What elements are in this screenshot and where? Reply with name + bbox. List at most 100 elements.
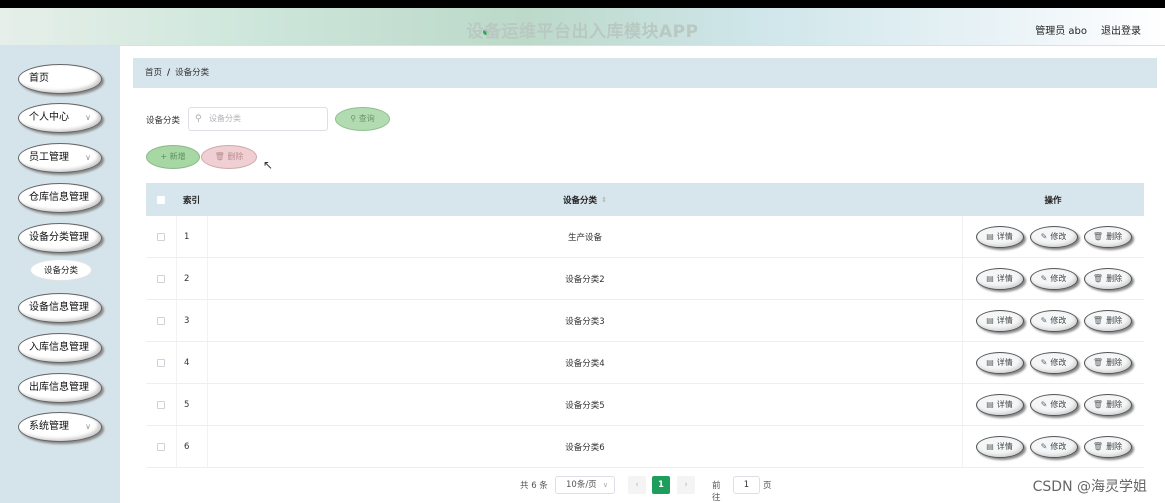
goto-label: 前往 bbox=[712, 481, 721, 503]
detail-button[interactable]: ▤ 详情 bbox=[975, 393, 1024, 416]
prev-page-button[interactable]: ‹ bbox=[628, 476, 646, 494]
trash-icon: 🗑 bbox=[1092, 274, 1104, 283]
column-header-name[interactable]: 设备分类 ⇕ bbox=[208, 183, 962, 216]
column-header-ops: 操作 bbox=[1044, 195, 1062, 206]
add-button[interactable]: + 新增 bbox=[146, 145, 200, 169]
sidebar-item-staff[interactable]: 员工管理 ∨ bbox=[18, 143, 102, 173]
sidebar-item-system[interactable]: 系统管理 ∨ bbox=[18, 412, 102, 442]
sidebar-item-label: 入库信息管理 bbox=[29, 342, 89, 353]
sidebar-item-label: 设备分类管理 bbox=[29, 232, 89, 243]
edit-button[interactable]: ✎ 修改 bbox=[1029, 267, 1078, 290]
breadcrumb-current: 设备分类 bbox=[175, 68, 210, 78]
sidebar-item-label: 员工管理 bbox=[29, 152, 69, 163]
sidebar-item-device-category[interactable]: 设备分类管理 bbox=[18, 223, 102, 253]
sidebar-item-personal-center[interactable]: 个人中心 ∨ bbox=[18, 103, 102, 133]
trash-icon: 🗑 bbox=[1092, 316, 1104, 325]
row-checkbox[interactable] bbox=[157, 358, 165, 367]
chevron-down-icon: ∨ bbox=[85, 422, 91, 431]
search-icon: ⚲ bbox=[195, 114, 202, 124]
edit-icon: ✎ bbox=[1040, 442, 1048, 451]
row-checkbox[interactable] bbox=[157, 274, 165, 283]
batch-delete-button[interactable]: 🗑 删除 bbox=[201, 145, 257, 169]
sidebar-item-device-info[interactable]: 设备信息管理 bbox=[18, 293, 102, 323]
row-actions: ▤ 详情 ✎ 修改 🗑 删除 bbox=[962, 258, 1144, 299]
row-index: 3 bbox=[176, 300, 208, 341]
row-index: 1 bbox=[176, 216, 208, 257]
row-category-name: 生产设备 bbox=[567, 232, 602, 243]
sidebar-item-label: 系统管理 bbox=[29, 421, 69, 432]
current-user: 管理员 abo bbox=[1035, 26, 1087, 37]
edit-label: 修改 bbox=[1050, 316, 1067, 325]
row-select-cell bbox=[146, 300, 176, 341]
row-category-name: 设备分类6 bbox=[565, 442, 605, 453]
trash-icon: 🗑 bbox=[214, 152, 228, 161]
delete-button[interactable]: 🗑 删除 bbox=[1083, 393, 1132, 416]
batch-delete-label: 删除 bbox=[227, 152, 244, 161]
delete-button[interactable]: 🗑 删除 bbox=[1083, 267, 1132, 290]
sidebar-item-inbound[interactable]: 入库信息管理 bbox=[18, 333, 102, 363]
detail-button[interactable]: ▤ 详情 bbox=[975, 351, 1024, 374]
row-index: 4 bbox=[176, 342, 208, 383]
detail-button[interactable]: ▤ 详情 bbox=[975, 225, 1024, 248]
delete-label: 删除 bbox=[1106, 442, 1123, 451]
row-checkbox[interactable] bbox=[157, 232, 165, 241]
delete-button[interactable]: 🗑 删除 bbox=[1083, 351, 1132, 374]
next-page-button[interactable]: › bbox=[677, 476, 695, 494]
sidebar: 首页 个人中心 ∨ 员工管理 ∨ 仓库信息管理 设备分类管理 设备分类 设备信息管理… bbox=[0, 46, 120, 503]
breadcrumb-home[interactable]: 首页 bbox=[145, 68, 162, 78]
search-placeholder: 设备分类 bbox=[209, 114, 241, 123]
chevron-down-icon: ∨ bbox=[85, 153, 91, 162]
query-button[interactable]: ⚲ 查询 bbox=[335, 107, 390, 131]
table-row: 3 设备分类3 ▤ 详情 ✎ 修改 🗑 删除 bbox=[146, 300, 1144, 342]
row-index: 2 bbox=[176, 258, 208, 299]
goto-unit: 页 bbox=[763, 481, 772, 491]
sidebar-subitem-device-category[interactable]: 设备分类 bbox=[30, 259, 92, 281]
delete-button[interactable]: 🗑 删除 bbox=[1083, 435, 1132, 458]
edit-icon: ✎ bbox=[1040, 316, 1048, 325]
column-header-index: 索引 bbox=[183, 195, 201, 206]
row-actions: ▤ 详情 ✎ 修改 🗑 删除 bbox=[962, 384, 1144, 425]
sidebar-item-label: 仓库信息管理 bbox=[29, 192, 89, 203]
edit-button[interactable]: ✎ 修改 bbox=[1029, 225, 1078, 248]
app-title: 设备运维平台出入库模块APP bbox=[466, 22, 699, 42]
trash-icon: 🗑 bbox=[1092, 358, 1104, 367]
goto-page-input[interactable]: 1 bbox=[733, 476, 760, 494]
edit-button[interactable]: ✎ 修改 bbox=[1029, 351, 1078, 374]
sidebar-item-label: 个人中心 bbox=[29, 112, 69, 123]
delete-button[interactable]: 🗑 删除 bbox=[1083, 309, 1132, 332]
table-row: 5 设备分类5 ▤ 详情 ✎ 修改 🗑 删除 bbox=[146, 384, 1144, 426]
table-row: 2 设备分类2 ▤ 详情 ✎ 修改 🗑 删除 bbox=[146, 258, 1144, 300]
edit-button[interactable]: ✎ 修改 bbox=[1029, 309, 1078, 332]
sidebar-item-outbound[interactable]: 出库信息管理 bbox=[18, 373, 102, 403]
delete-label: 删除 bbox=[1106, 274, 1123, 283]
delete-button[interactable]: 🗑 删除 bbox=[1083, 225, 1132, 248]
watermark: CSDN @海灵学姐 bbox=[1032, 479, 1147, 495]
row-checkbox[interactable] bbox=[157, 400, 165, 409]
search-input[interactable]: ⚲ 设备分类 bbox=[188, 107, 328, 131]
category-table: 索引 设备分类 ⇕ 操作 1 生产设备 ▤ 详情 ✎ 修改 🗑 删除 2 设备分类2 ▤ 详情 ✎ 修改 🗑 删… bbox=[146, 183, 1144, 468]
row-select-cell bbox=[146, 258, 176, 299]
edit-button[interactable]: ✎ 修改 bbox=[1029, 435, 1078, 458]
row-select-cell bbox=[146, 384, 176, 425]
page-size-value: 10条/页 bbox=[566, 480, 597, 490]
edit-button[interactable]: ✎ 修改 bbox=[1029, 393, 1078, 416]
page-number-current[interactable]: 1 bbox=[652, 476, 670, 494]
table-header: 索引 设备分类 ⇕ 操作 bbox=[146, 183, 1144, 216]
logout-link[interactable]: 退出登录 bbox=[1101, 22, 1141, 37]
detail-button[interactable]: ▤ 详情 bbox=[975, 435, 1024, 458]
sidebar-item-label: 首页 bbox=[29, 73, 49, 84]
sidebar-item-warehouse[interactable]: 仓库信息管理 bbox=[18, 183, 102, 213]
page-size-select[interactable]: 10条/页 ∨ bbox=[555, 476, 615, 494]
row-checkbox[interactable] bbox=[157, 442, 165, 451]
edit-icon: ✎ bbox=[1040, 232, 1048, 241]
sidebar-item-home[interactable]: 首页 bbox=[18, 64, 102, 94]
select-all-checkbox[interactable] bbox=[157, 195, 165, 204]
sidebar-item-label: 出库信息管理 bbox=[29, 382, 89, 393]
document-icon: ▤ bbox=[986, 442, 994, 451]
detail-button[interactable]: ▤ 详情 bbox=[975, 267, 1024, 290]
top-strip bbox=[0, 0, 1165, 8]
row-checkbox[interactable] bbox=[157, 316, 165, 325]
detail-button[interactable]: ▤ 详情 bbox=[975, 309, 1024, 332]
sort-icon[interactable]: ⇕ bbox=[601, 196, 607, 204]
row-actions: ▤ 详情 ✎ 修改 🗑 删除 bbox=[962, 216, 1144, 257]
